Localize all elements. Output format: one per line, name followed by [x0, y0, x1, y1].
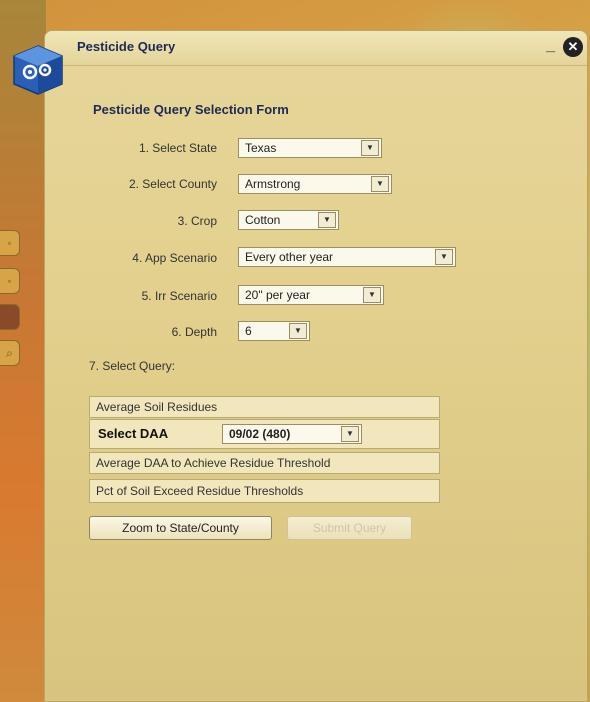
irr-scenario-label: 5. Irr Scenario [141, 289, 217, 303]
form-title: Pesticide Query Selection Form [93, 102, 289, 117]
close-icon[interactable]: ✕ [563, 37, 583, 57]
daa-select[interactable]: 09/02 (480) ▼ [222, 424, 362, 444]
map-tool-button[interactable]: ◦ [0, 230, 20, 256]
select-query-label: 7. Select Query: [89, 359, 176, 373]
daa-row: Select DAA 09/02 (480) ▼ [89, 419, 440, 449]
chevron-down-icon[interactable]: ▼ [341, 426, 359, 442]
irr-scenario-select[interactable]: 20" per year ▼ [238, 285, 384, 305]
state-value: Texas [245, 141, 277, 155]
chevron-down-icon[interactable]: ▼ [371, 176, 389, 192]
state-select[interactable]: Texas ▼ [238, 138, 382, 158]
daa-value: 09/02 (480) [229, 427, 291, 441]
select-daa-label: Select DAA [98, 426, 169, 441]
chevron-down-icon[interactable]: ▼ [289, 323, 307, 339]
query-option-average-daa[interactable]: Average DAA to Achieve Residue Threshold [89, 452, 440, 474]
map-tool-button[interactable]: ◦ [0, 304, 20, 330]
chevron-down-icon[interactable]: ▼ [363, 287, 381, 303]
county-select[interactable]: Armstrong ▼ [238, 174, 392, 194]
chevron-down-icon[interactable]: ▼ [361, 140, 379, 156]
app-scenario-select[interactable]: Every other year ▼ [238, 247, 456, 267]
map-tool-button[interactable]: ◦ [0, 268, 20, 294]
crop-label: 3. Crop [177, 214, 217, 228]
depth-value: 6 [245, 324, 252, 338]
app-scenario-value: Every other year [245, 250, 334, 264]
submit-query-button[interactable]: Submit Query [287, 516, 412, 540]
depth-select[interactable]: 6 ▼ [238, 321, 310, 341]
gears-cube-icon [13, 45, 63, 95]
chevron-down-icon[interactable]: ▼ [318, 212, 336, 228]
query-option-pct-soil-exceed[interactable]: Pct of Soil Exceed Residue Thresholds [89, 479, 440, 503]
crop-select[interactable]: Cotton ▼ [238, 210, 339, 230]
county-value: Armstrong [245, 177, 301, 191]
map-zoom-icon[interactable]: ⌕ [0, 340, 20, 366]
query-option-average-soil-residues[interactable]: Average Soil Residues [89, 396, 440, 418]
app-scenario-label: 4. App Scenario [132, 251, 217, 265]
window-titlebar[interactable]: Pesticide Query _ ✕ [45, 31, 587, 66]
county-label: 2. Select County [128, 177, 217, 191]
minimize-icon[interactable]: _ [546, 37, 555, 55]
chevron-down-icon[interactable]: ▼ [435, 249, 453, 265]
zoom-to-state-county-button[interactable]: Zoom to State/County [89, 516, 272, 540]
crop-value: Cotton [245, 213, 281, 227]
state-label: 1. Select State [138, 141, 217, 155]
depth-label: 6. Depth [171, 325, 217, 339]
irr-scenario-value: 20" per year [245, 288, 310, 302]
window-title: Pesticide Query [77, 39, 176, 54]
